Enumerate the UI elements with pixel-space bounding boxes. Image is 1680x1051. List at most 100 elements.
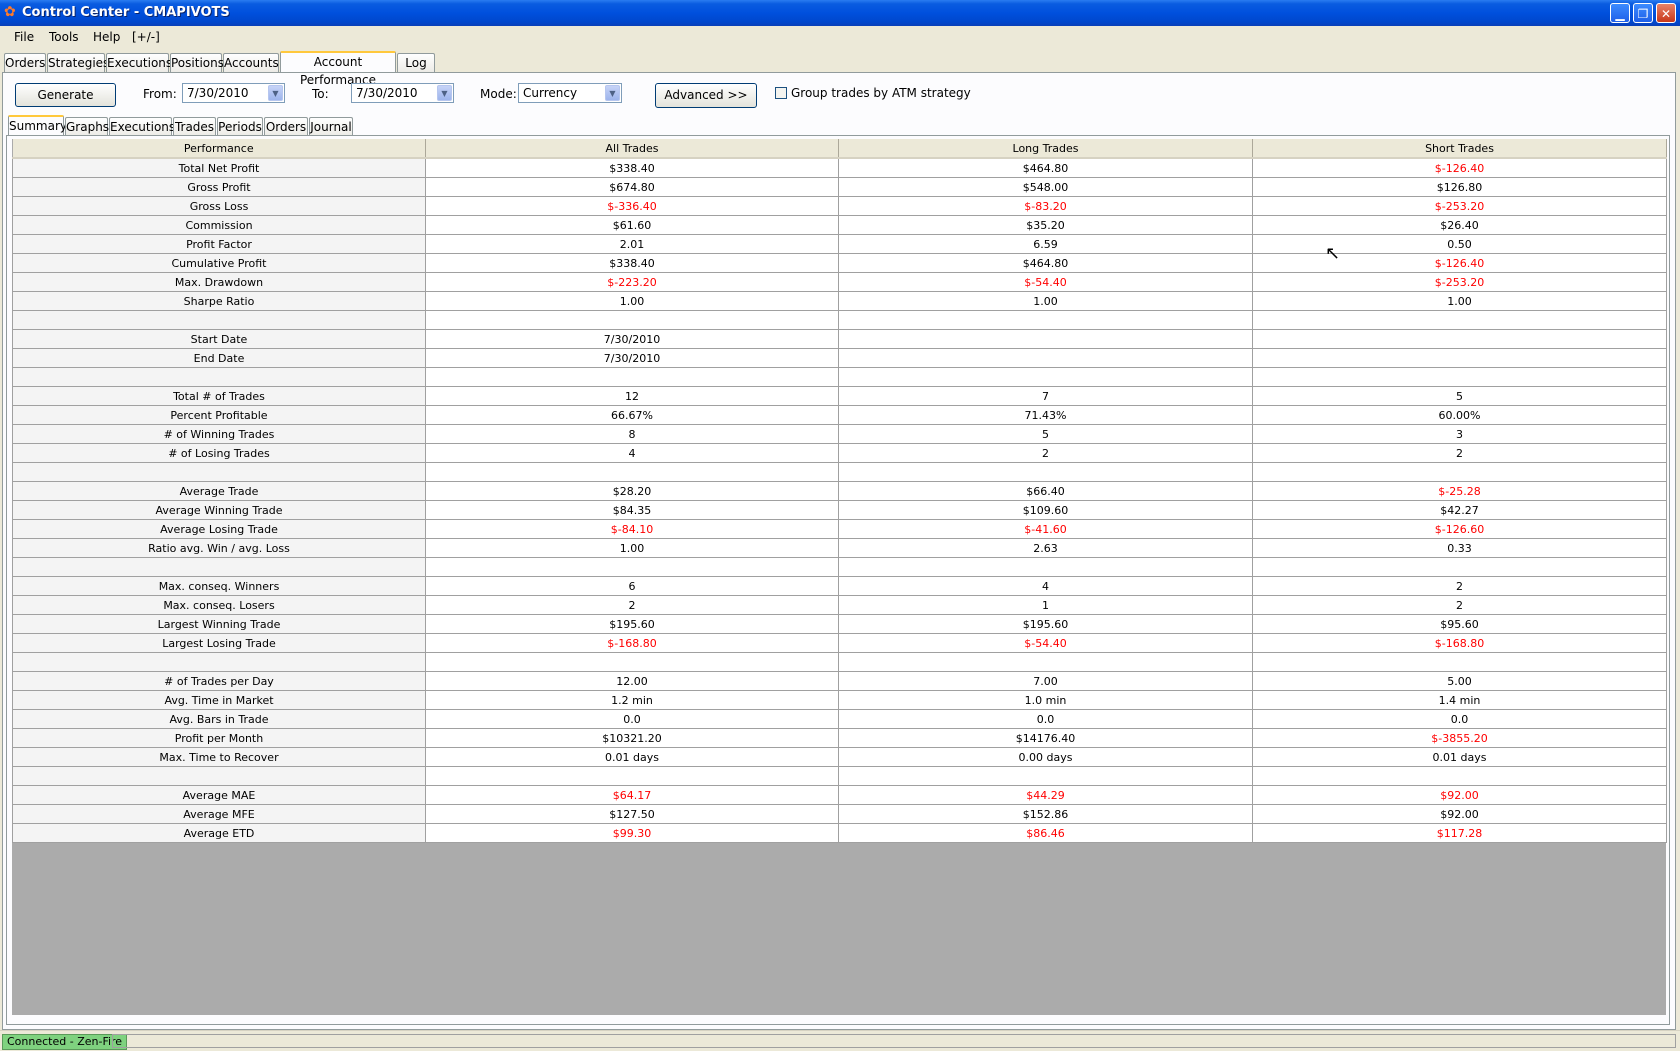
row-label-cell: Average Losing Trade [12,519,426,539]
table-row[interactable]: Avg. Bars in Trade 0.0 0.0 0.0 [12,709,1667,729]
subtab-journal[interactable]: Journal [309,117,353,136]
value-cell: $-84.10 [425,519,839,539]
table-row[interactable]: Avg. Time in Market 1.2 min 1.0 min 1.4 min [12,690,1667,710]
table-row[interactable]: Largest Losing Trade $-168.80 $-54.40 $-168… [12,633,1667,653]
row-label-cell [12,766,426,786]
subtab-orders[interactable]: Orders [264,117,308,136]
from-date-picker[interactable]: 7/30/2010 ▼ [182,83,285,103]
value-cell [425,652,839,672]
row-label-cell: End Date [12,348,426,368]
value-cell: 0.50 [1252,234,1667,254]
value-cell: 71.43% [838,405,1253,425]
table-row[interactable]: Cumulative Profit $338.40 $464.80 $-126.40 [12,253,1667,273]
table-row[interactable]: Average Winning Trade $84.35 $109.60 $42.27 [12,500,1667,520]
header-long-trades[interactable]: Long Trades [838,139,1253,159]
mode-select[interactable]: Currency ▼ [518,83,622,103]
table-row[interactable]: Average Trade $28.20 $66.40 $-25.28 [12,481,1667,501]
tab-account-performance[interactable]: Account Performance [280,51,396,87]
table-row[interactable] [12,310,1667,330]
group-trades-checkbox[interactable] [775,87,787,99]
value-cell: 1.00 [1252,291,1667,311]
chevron-down-icon[interactable]: ▼ [605,85,620,101]
table-row[interactable]: Largest Winning Trade $195.60 $195.60 $95.6… [12,614,1667,634]
generate-button[interactable]: Generate [15,83,116,107]
value-cell: 0.01 days [425,747,839,767]
table-row[interactable] [12,557,1667,577]
to-date-picker[interactable]: 7/30/2010 ▼ [351,83,454,103]
table-row[interactable]: Commission $61.60 $35.20 $26.40 [12,215,1667,235]
value-cell: $-83.20 [838,196,1253,216]
table-row[interactable]: Percent Profitable 66.67% 71.43% 60.00% [12,405,1667,425]
chevron-down-icon[interactable]: ▼ [437,85,452,101]
value-cell: 60.00% [1252,405,1667,425]
menu-help[interactable]: Help [93,30,120,44]
value-cell: $548.00 [838,177,1253,197]
table-row[interactable]: Max. conseq. Losers 2 1 2 [12,595,1667,615]
table-row[interactable]: Average Losing Trade $-84.10 $-41.60 $-126.… [12,519,1667,539]
header-all-trades[interactable]: All Trades [425,139,839,159]
row-label-cell: Start Date [12,329,426,349]
value-cell: 1.2 min [425,690,839,710]
advanced-button[interactable]: Advanced >> [655,83,757,108]
table-row[interactable]: Gross Profit $674.80 $548.00 $126.80 [12,177,1667,197]
table-row[interactable] [12,462,1667,482]
value-cell: $117.28 [1252,823,1667,843]
table-row[interactable]: # of Losing Trades 4 2 2 [12,443,1667,463]
tab-strategies[interactable]: Strategies [47,53,109,72]
menu-file[interactable]: File [14,30,34,44]
row-label-cell [12,310,426,330]
value-cell [425,367,839,387]
table-row[interactable] [12,766,1667,786]
table-row[interactable]: Total # of Trades 12 7 5 [12,386,1667,406]
subtab-graphs[interactable]: Graphs [65,117,109,136]
value-cell: $-336.40 [425,196,839,216]
subtab-executions[interactable]: Executions [109,117,175,136]
table-row[interactable]: Max. conseq. Winners 6 4 2 [12,576,1667,596]
header-short-trades[interactable]: Short Trades [1252,139,1667,159]
table-row[interactable]: Sharpe Ratio 1.00 1.00 1.00 [12,291,1667,311]
close-button[interactable]: ✕ [1656,3,1676,23]
subtab-summary[interactable]: Summary [8,115,67,136]
table-row[interactable]: Average MFE $127.50 $152.86 $92.00 [12,804,1667,824]
menu-expand-toggle[interactable]: [+/-] [132,30,160,44]
tab-log[interactable]: Log [397,53,435,72]
value-cell: $-54.40 [838,272,1253,292]
tab-positions[interactable]: Positions [170,53,224,72]
table-row[interactable]: Profit per Month $10321.20 $14176.40 $-3855… [12,728,1667,748]
table-row[interactable]: Average MAE $64.17 $44.29 $92.00 [12,785,1667,805]
chevron-down-icon[interactable]: ▼ [268,85,283,101]
table-row[interactable]: # of Trades per Day 12.00 7.00 5.00 [12,671,1667,691]
row-label-cell: Profit per Month [12,728,426,748]
tab-accounts[interactable]: Accounts [223,53,279,72]
minimize-button[interactable]: ▁ [1610,3,1630,23]
table-row[interactable]: Max. Drawdown $-223.20 $-54.40 $-253.20 [12,272,1667,292]
table-row[interactable]: Profit Factor 2.01 6.59 0.50 [12,234,1667,254]
value-cell [838,348,1253,368]
table-row[interactable]: End Date 7/30/2010 [12,348,1667,368]
table-row[interactable]: Ratio avg. Win / avg. Loss 1.00 2.63 0.33 [12,538,1667,558]
header-performance[interactable]: Performance [12,139,426,159]
tab-executions[interactable]: Executions [106,53,172,72]
table-row[interactable]: Total Net Profit $338.40 $464.80 $-126.40 [12,157,1667,178]
row-label-cell: Average MAE [12,785,426,805]
from-date-value: 7/30/2010 [187,86,249,100]
tab-orders[interactable]: Orders [4,53,46,72]
menu-tools[interactable]: Tools [49,30,79,44]
value-cell: $-41.60 [838,519,1253,539]
value-cell: $86.46 [838,823,1253,843]
value-cell: 1.4 min [1252,690,1667,710]
table-row[interactable]: Max. Time to Recover 0.01 days 0.00 days 0.… [12,747,1667,767]
subtab-periods[interactable]: Periods [217,117,263,136]
table-row[interactable] [12,367,1667,387]
value-cell: $674.80 [425,177,839,197]
maximize-button[interactable]: ❐ [1633,3,1653,23]
table-row[interactable]: # of Winning Trades 8 5 3 [12,424,1667,444]
table-row[interactable]: Average ETD $99.30 $86.46 $117.28 [12,823,1667,843]
table-row[interactable] [12,652,1667,672]
subtab-trades[interactable]: Trades [173,117,216,136]
table-row[interactable]: Gross Loss $-336.40 $-83.20 $-253.20 [12,196,1667,216]
table-row[interactable]: Start Date 7/30/2010 [12,329,1667,349]
value-cell [838,462,1253,482]
value-cell: 5 [838,424,1253,444]
value-cell [838,367,1253,387]
